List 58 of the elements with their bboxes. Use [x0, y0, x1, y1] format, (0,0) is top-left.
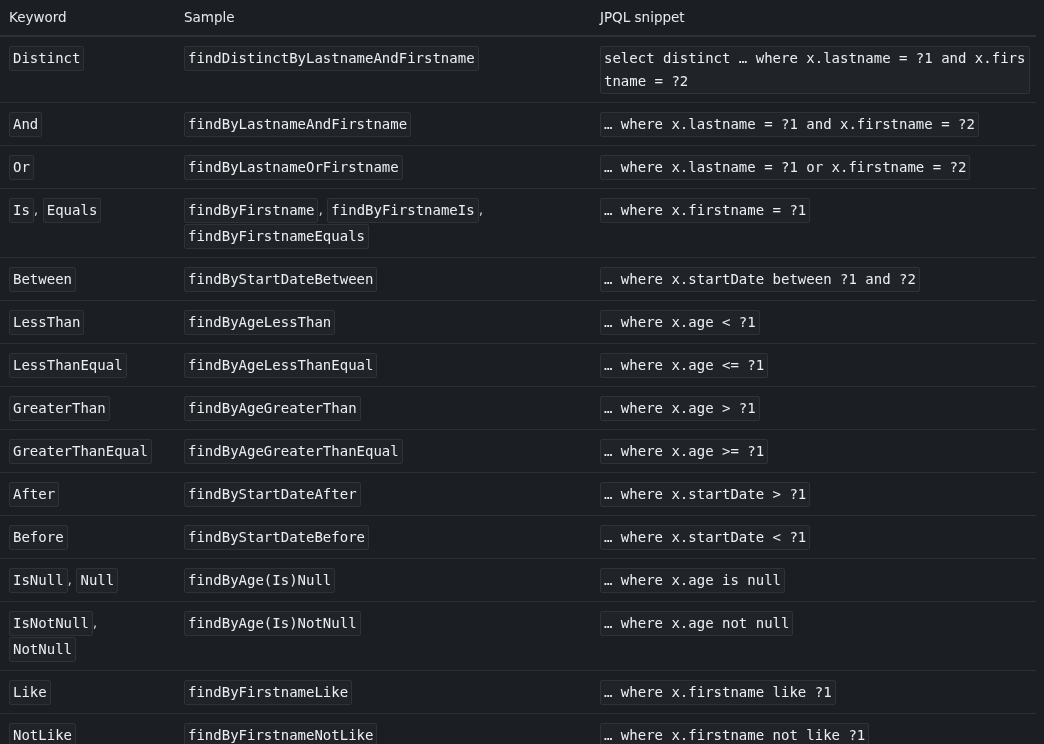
code-snippet: And: [9, 112, 43, 137]
code-snippet: NotNull: [9, 637, 76, 662]
comma-text: ,: [318, 201, 323, 217]
code-snippet: findByFirstname: [184, 198, 319, 223]
code-snippet: findByFirstnameEquals: [184, 224, 369, 249]
code-snippet: After: [9, 482, 60, 507]
code-snippet: … where x.age <= ?1: [600, 353, 769, 378]
code-snippet: … where x.age >= ?1: [600, 439, 769, 464]
code-snippet: Between: [9, 267, 76, 292]
code-snippet: NotLike: [9, 723, 76, 744]
column-header: Sample: [184, 9, 235, 25]
code-snippet: … where x.startDate < ?1: [600, 525, 811, 550]
code-snippet: … where x.startDate > ?1: [600, 482, 811, 507]
code-snippet: findByFirstnameLike: [184, 680, 353, 705]
comma-text: ,: [478, 201, 484, 217]
code-snippet: … where x.firstname = ?1: [600, 198, 811, 223]
code-snippet: findByAgeLessThan: [184, 310, 336, 335]
code-snippet: findByStartDateAfter: [184, 482, 361, 507]
code-snippet: findDistinctByLastnameAndFirstname: [184, 46, 479, 71]
code-snippet: findByFirstnameIs: [327, 198, 479, 223]
code-snippet: findByFirstnameNotLike: [184, 723, 378, 744]
code-snippet: … where x.age not null: [600, 611, 794, 636]
code-snippet: findByAgeLessThanEqual: [184, 353, 378, 378]
code-snippet: findByAge(Is)Null: [184, 568, 336, 593]
comma-text: ,: [92, 614, 98, 630]
code-snippet: Before: [9, 525, 68, 550]
code-snippet: … where x.lastname = ?1 or x.firstname = ?2: [600, 155, 971, 180]
code-snippet: GreaterThanEqual: [9, 439, 152, 464]
code-snippet: Distinct: [9, 46, 85, 71]
code-snippet: … where x.age < ?1: [600, 310, 760, 335]
code-snippet: IsNull: [9, 568, 68, 593]
code-snippet: LessThanEqual: [9, 353, 127, 378]
code-snippet: … where x.firstname not like ?1: [600, 723, 870, 744]
code-snippet: … where x.lastname = ?1 and x.firstname = ?2: [600, 112, 979, 137]
code-snippet: Is: [9, 198, 34, 223]
code-snippet: GreaterThan: [9, 396, 110, 421]
code-snippet: Like: [9, 680, 51, 705]
comma-text: ,: [33, 201, 39, 217]
column-header: JPQL snippet: [600, 9, 685, 25]
code-snippet: … where x.startDate between ?1 and ?2: [600, 267, 920, 292]
column-header: Keyword: [9, 9, 67, 25]
code-snippet: Equals: [42, 198, 102, 223]
code-snippet: findByLastnameOrFirstname: [184, 155, 403, 180]
code-snippet: findByLastnameAndFirstname: [184, 112, 412, 137]
code-snippet: findByStartDateBetween: [184, 267, 378, 292]
code-snippet: findByStartDateBefore: [184, 525, 369, 550]
code-snippet: LessThan: [9, 310, 85, 335]
code-snippet: Or: [9, 155, 34, 180]
code-snippet: … where x.age > ?1: [600, 396, 760, 421]
comma-text: ,: [67, 571, 73, 587]
code-snippet: IsNotNull: [9, 611, 93, 636]
code-snippet: … where x.firstname like ?1: [600, 680, 836, 705]
code-snippet: Null: [76, 568, 119, 593]
code-snippet: findByAgeGreaterThanEqual: [184, 439, 403, 464]
code-snippet: select distinct … where x.lastname = ?1 and x.firstname = ?2: [600, 46, 1030, 94]
code-snippet: findByAgeGreaterThan: [184, 396, 361, 421]
code-snippet: findByAge(Is)NotNull: [184, 611, 361, 636]
code-snippet: … where x.age is null: [600, 568, 785, 593]
